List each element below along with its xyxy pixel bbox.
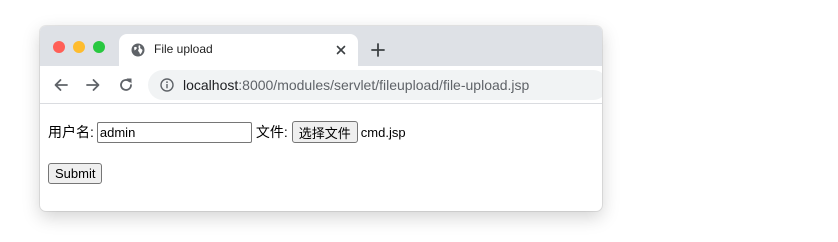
close-icon[interactable] bbox=[333, 42, 349, 58]
browser-toolbar: localhost:8000/modules/servlet/fileuploa… bbox=[40, 66, 602, 104]
globe-icon bbox=[131, 43, 145, 57]
url-host: localhost bbox=[183, 77, 239, 93]
tab-file-upload[interactable]: File upload bbox=[119, 34, 358, 66]
choose-file-button[interactable]: 选择文件 bbox=[291, 121, 358, 143]
reload-icon[interactable] bbox=[117, 76, 135, 94]
maximize-window-button[interactable] bbox=[93, 41, 105, 53]
tab-title: File upload bbox=[154, 42, 213, 56]
selected-file-name: cmd.jsp bbox=[360, 124, 406, 140]
page-content: 用户名: 文件: 选择文件 cmd.jsp Submit bbox=[40, 104, 602, 211]
browser-window: File upload localhost:8000/modules/servl… bbox=[40, 26, 602, 211]
url-path: :8000/modules/servlet/fileupload/file-up… bbox=[238, 77, 530, 93]
tab-strip: File upload bbox=[40, 26, 602, 66]
minimize-window-button[interactable] bbox=[73, 41, 85, 53]
upload-form-row: 用户名: 文件: 选择文件 cmd.jsp bbox=[48, 120, 406, 144]
url-text: localhost:8000/modules/servlet/fileuploa… bbox=[183, 77, 529, 93]
info-icon[interactable] bbox=[160, 78, 174, 92]
forward-arrow-icon[interactable] bbox=[84, 76, 102, 94]
username-input[interactable] bbox=[96, 121, 252, 143]
back-arrow-icon[interactable] bbox=[52, 76, 70, 94]
username-label: 用户名: bbox=[48, 124, 94, 140]
close-window-button[interactable] bbox=[53, 41, 65, 53]
submit-button[interactable]: Submit bbox=[48, 163, 103, 184]
address-bar[interactable]: localhost:8000/modules/servlet/fileuploa… bbox=[148, 70, 602, 100]
file-label: 文件: bbox=[255, 124, 288, 140]
new-tab-icon[interactable] bbox=[370, 42, 386, 58]
